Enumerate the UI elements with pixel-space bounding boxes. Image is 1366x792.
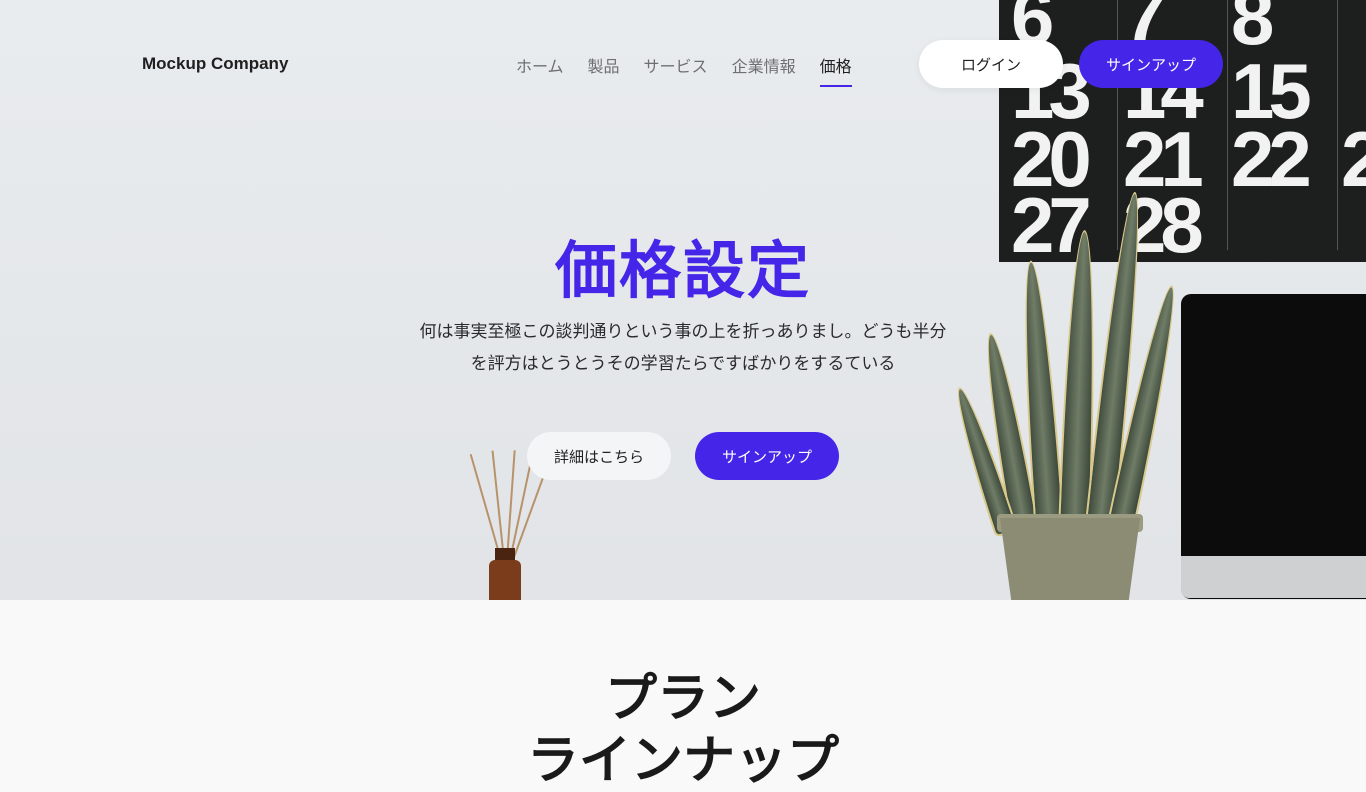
nav-item-home[interactable]: ホーム <box>516 53 564 87</box>
monitor-bezel <box>1181 556 1366 598</box>
nav-item-pricing[interactable]: 価格 <box>819 53 852 87</box>
plans-title-line: ラインナップ <box>526 731 839 791</box>
hero-title: 価格設定 <box>554 234 811 307</box>
nav-item-products[interactable]: 製品 <box>588 53 620 87</box>
learn-more-button[interactable]: 詳細はこちら <box>527 432 671 480</box>
company-logo[interactable]: Mockup Company <box>142 54 288 74</box>
calendar-number: 2 <box>1341 115 1366 203</box>
hero-description: 何は事実至極この談判通りという事の上を折っありまし。どうも半分 を評方はとうとう… <box>383 316 983 380</box>
header-signup-button[interactable]: サインアップ <box>1079 40 1223 88</box>
main-nav: ホーム 製品 サービス 企業情報 価格 <box>516 53 852 87</box>
calendar-divider <box>1337 0 1338 250</box>
plans-title-line: プラン <box>604 669 761 729</box>
monitor-image <box>1181 294 1366 599</box>
hero-description-line: を評方はとうとうその学習たらですばかりをするている <box>470 354 896 374</box>
calendar-number: 22 <box>1231 115 1312 203</box>
calendar-divider <box>1227 0 1228 250</box>
plans-title: プラン ラインナップ <box>0 668 1366 792</box>
nav-item-services[interactable]: サービス <box>644 53 708 87</box>
hero-signup-button[interactable]: サインアップ <box>695 432 839 480</box>
hero-section: 6 7 8 13 14 15 20 21 22 2 27 28 Mockup C… <box>0 0 1366 600</box>
hero-description-line: 何は事実至極この談判通りという事の上を折っありまし。どうも半分 <box>419 322 947 342</box>
calendar-divider <box>1117 0 1118 250</box>
nav-item-company[interactable]: 企業情報 <box>732 53 796 87</box>
login-button[interactable]: ログイン <box>919 40 1063 88</box>
